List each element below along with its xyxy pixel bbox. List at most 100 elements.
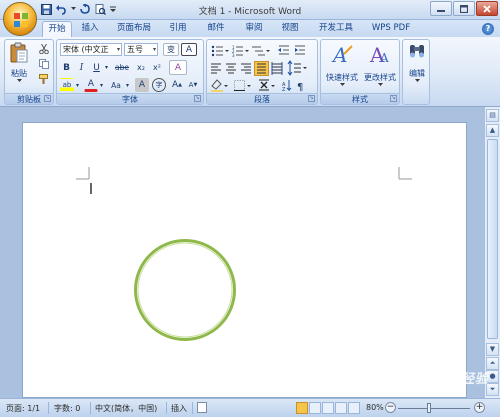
subscript-button[interactable]: x₂ — [134, 61, 148, 74]
styles-launcher-button[interactable]: ↘ — [390, 95, 397, 102]
multilevel-list-dropdown-icon[interactable] — [266, 50, 270, 52]
copy-button[interactable] — [37, 57, 51, 71]
character-shading-button[interactable]: A — [135, 78, 149, 92]
italic-button[interactable]: I — [75, 61, 88, 74]
window-controls — [430, 1, 498, 16]
chinese-layout-icon[interactable] — [259, 79, 269, 91]
sort-icon[interactable]: AZ — [282, 80, 292, 93]
full-screen-reading-view-icon[interactable] — [309, 402, 321, 414]
copy-icon — [39, 59, 49, 69]
tab-developer[interactable]: 开发工具 — [314, 21, 358, 37]
tab-insert[interactable]: 插入 — [76, 21, 104, 37]
outline-view-icon[interactable] — [335, 402, 347, 414]
zoom-in-icon[interactable]: + — [474, 402, 485, 413]
maximize-button[interactable] — [453, 1, 475, 16]
font-name-select[interactable]: 宋体 (中文正 ▾ — [60, 43, 122, 56]
scroll-up-icon[interactable]: ▲ — [486, 124, 499, 137]
change-styles-button[interactable]: AA 更改样式 — [361, 42, 399, 87]
paste-button[interactable]: 粘贴 — [7, 42, 31, 83]
tab-page-layout[interactable]: 页面布局 — [112, 21, 156, 37]
scroll-down-icon[interactable]: ▼ — [486, 343, 499, 356]
phonetic-guide-button[interactable]: 变 — [163, 43, 179, 56]
tab-wps-pdf[interactable]: WPS PDF — [368, 21, 414, 37]
highlight-button[interactable]: ab — [60, 78, 74, 92]
office-button[interactable] — [3, 2, 37, 36]
circle-shape[interactable] — [134, 239, 236, 341]
vertical-scrollbar[interactable]: ▤ ▲ ▼ ⏶ ● ⏷ — [484, 107, 500, 398]
zoom-slider-track[interactable] — [398, 408, 470, 409]
tab-mailings[interactable]: 邮件 — [202, 21, 230, 37]
print-layout-view-icon[interactable] — [296, 402, 308, 414]
distributed-icon[interactable] — [271, 62, 283, 75]
circle-shape-inner-edge — [137, 242, 233, 338]
tab-review[interactable]: 审阅 — [240, 21, 268, 37]
tab-home[interactable]: 开始 — [42, 21, 72, 37]
change-case-button[interactable]: Aa — [108, 78, 124, 92]
strikethrough-button[interactable]: abe — [112, 61, 132, 74]
zoom-slider-thumb[interactable] — [427, 403, 431, 413]
line-spacing-dropdown-icon[interactable] — [303, 67, 307, 69]
grow-font-button[interactable]: A ▲ — [170, 78, 184, 92]
status-language[interactable]: 中文(简体，中国) — [95, 403, 157, 414]
borders-icon[interactable] — [234, 80, 245, 91]
close-button[interactable] — [476, 1, 498, 16]
highlight-dropdown-icon[interactable]: ▾ — [74, 78, 81, 92]
align-center-icon[interactable] — [226, 63, 236, 74]
font-color-button[interactable]: A — [84, 78, 98, 92]
superscript-button[interactable]: x² — [150, 61, 164, 74]
status-words[interactable]: 字数: 0 — [54, 403, 80, 414]
borders-dropdown-icon[interactable] — [247, 85, 251, 87]
align-right-icon[interactable] — [241, 63, 251, 74]
format-painter-button[interactable] — [37, 72, 51, 86]
decrease-indent-icon[interactable] — [278, 45, 289, 55]
shading-dropdown-icon[interactable] — [224, 85, 228, 87]
shading-icon[interactable] — [211, 79, 223, 92]
zoom-level[interactable]: 80% — [366, 403, 384, 412]
paste-icon — [10, 42, 28, 63]
underline-dropdown-icon[interactable]: ▾ — [103, 61, 110, 74]
line-spacing-icon[interactable] — [287, 60, 301, 76]
bold-button[interactable]: B — [60, 61, 73, 74]
underline-button[interactable]: U — [90, 61, 103, 74]
font-launcher-button[interactable]: ↘ — [194, 95, 201, 102]
font-size-select[interactable]: 五号 ▾ — [124, 43, 158, 56]
clear-formatting-button[interactable]: A — [169, 60, 187, 75]
align-left-icon[interactable] — [211, 63, 221, 74]
enclose-characters-button[interactable]: 字 — [152, 78, 166, 92]
minimize-button[interactable] — [430, 1, 452, 16]
font-color-dropdown-icon[interactable]: ▾ — [98, 78, 105, 92]
tab-references[interactable]: 引用 — [164, 21, 192, 37]
status-mode[interactable]: 插入 — [171, 403, 187, 414]
clipboard-group: 粘贴 剪贴板 ↘ — [4, 39, 54, 105]
draft-view-icon[interactable] — [348, 402, 360, 414]
ruler-toggle-icon[interactable]: ▤ — [486, 109, 499, 122]
multilevel-list-icon[interactable] — [252, 46, 265, 56]
bullets-icon[interactable] — [211, 45, 223, 57]
change-case-dropdown-icon[interactable]: ▾ — [124, 78, 131, 92]
tab-view[interactable]: 视图 — [276, 21, 304, 37]
numbering-dropdown-icon[interactable] — [245, 50, 249, 52]
help-icon[interactable]: ? — [482, 23, 494, 35]
baidu-watermark: Baidu 经验 — [412, 372, 489, 387]
zoom-out-icon[interactable]: − — [385, 402, 396, 413]
paste-dropdown-icon — [16, 79, 22, 82]
web-layout-view-icon[interactable] — [322, 402, 334, 414]
increase-indent-icon[interactable] — [295, 45, 305, 55]
show-marks-icon[interactable]: ¶ — [297, 82, 303, 93]
shrink-font-button[interactable]: A ▼ — [186, 78, 200, 92]
macro-record-icon[interactable] — [197, 402, 207, 413]
chinese-layout-dropdown-icon[interactable] — [271, 85, 275, 87]
quick-styles-button[interactable]: A 快速样式 — [323, 42, 361, 87]
document-page[interactable] — [22, 122, 467, 398]
status-page[interactable]: 页面: 1/1 — [6, 403, 40, 414]
scroll-thumb[interactable] — [487, 139, 498, 339]
editing-button[interactable]: 编辑 — [405, 42, 429, 83]
character-border-button[interactable]: A — [181, 43, 197, 56]
svg-text:A: A — [379, 51, 389, 65]
clipboard-launcher-button[interactable]: ↘ — [44, 95, 51, 102]
numbering-icon[interactable]: 123 — [232, 45, 243, 58]
cut-button[interactable] — [37, 42, 51, 56]
svg-text:¶: ¶ — [297, 82, 303, 93]
paragraph-launcher-button[interactable]: ↘ — [308, 95, 315, 102]
bullets-dropdown-icon[interactable] — [225, 50, 229, 52]
